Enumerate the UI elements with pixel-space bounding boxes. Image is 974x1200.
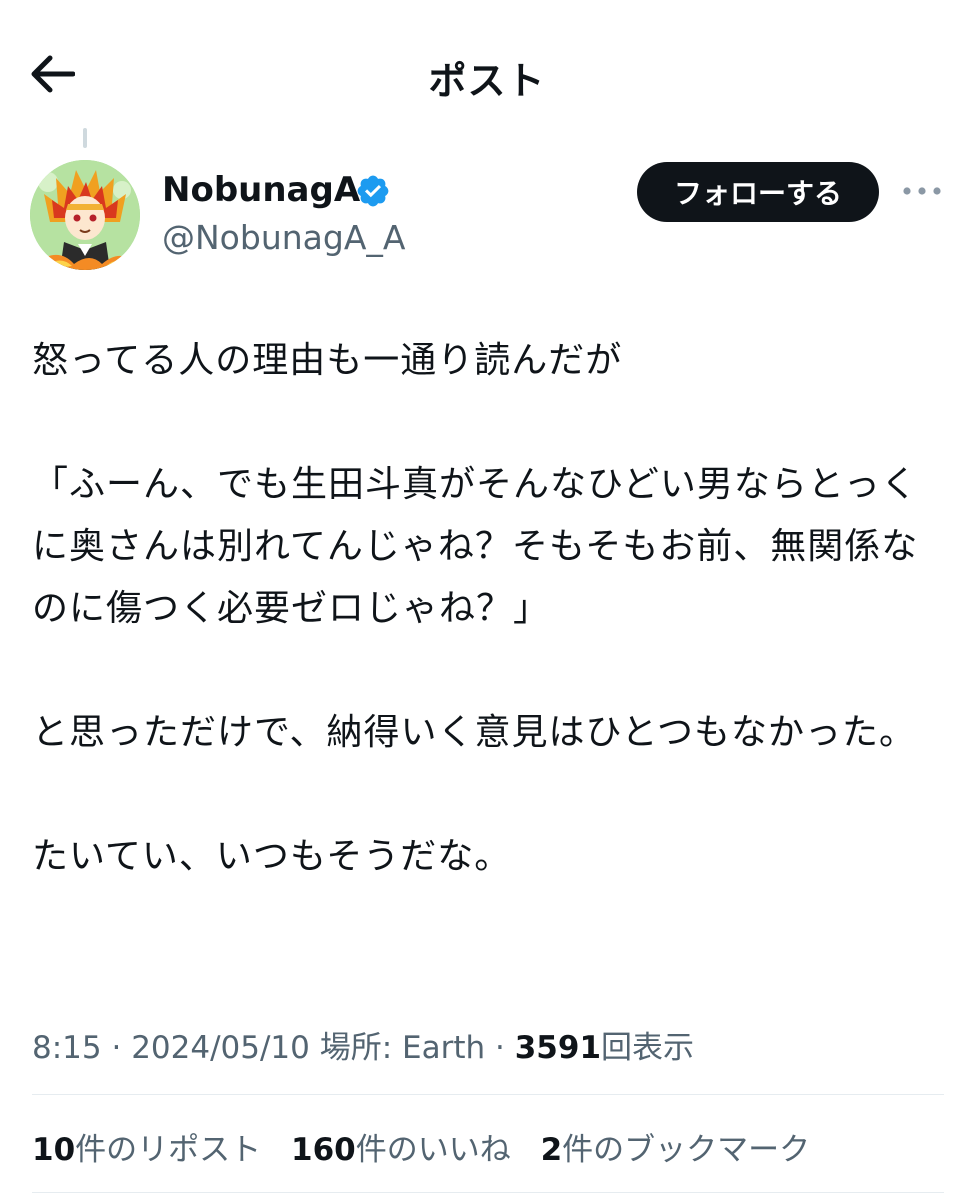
top-bar: ポスト [0, 0, 974, 130]
verified-badge-icon [357, 175, 389, 207]
engagement-stats: 10件のリポスト 160件のいいね 2件のブックマーク [32, 1124, 830, 1169]
post-time[interactable]: 8:15 [32, 1030, 102, 1066]
bookmarks-label: 件のブックマーク [562, 1132, 811, 1168]
meta-separator: · [101, 1030, 132, 1066]
author-handle[interactable]: @NobunagA_A [162, 218, 405, 257]
post-text: 怒ってる人の理由も一通り読んだが 「ふーん、でも生田斗真がそんなひどい男ならとっ… [32, 340, 919, 877]
more-horizontal-icon [903, 187, 941, 195]
likes-label: 件のいいね [355, 1132, 511, 1168]
bookmarks-stat[interactable]: 2件のブックマーク [541, 1124, 811, 1169]
reposts-stat[interactable]: 10件のリポスト [32, 1124, 261, 1169]
meta-separator: · [485, 1030, 515, 1066]
divider [32, 1094, 944, 1095]
divider [32, 1192, 944, 1193]
bookmarks-count: 2 [540, 1132, 563, 1168]
avatar[interactable] [30, 160, 140, 270]
likes-count: 160 [291, 1132, 356, 1168]
post-meta: 8:15 · 2024/05/10 場所: Earth · 3591回表示 [32, 1022, 694, 1067]
author-display-name[interactable]: NobunagA [162, 170, 360, 210]
avatar-character-image [30, 160, 140, 270]
reposts-count: 10 [32, 1132, 76, 1168]
likes-stat[interactable]: 160件のいいね [291, 1124, 511, 1169]
page-title: ポスト [428, 59, 546, 103]
views-count: 3591 [514, 1030, 602, 1066]
follow-button[interactable]: フォローする [637, 162, 879, 222]
more-options-button[interactable] [900, 176, 944, 206]
views-label: 回表示 [601, 1030, 695, 1066]
post-location: 場所: Earth [319, 1030, 486, 1066]
reposts-label: 件のリポスト [75, 1132, 262, 1168]
thread-connector-line [83, 128, 87, 148]
post-date[interactable]: 2024/05/10 [131, 1030, 310, 1066]
